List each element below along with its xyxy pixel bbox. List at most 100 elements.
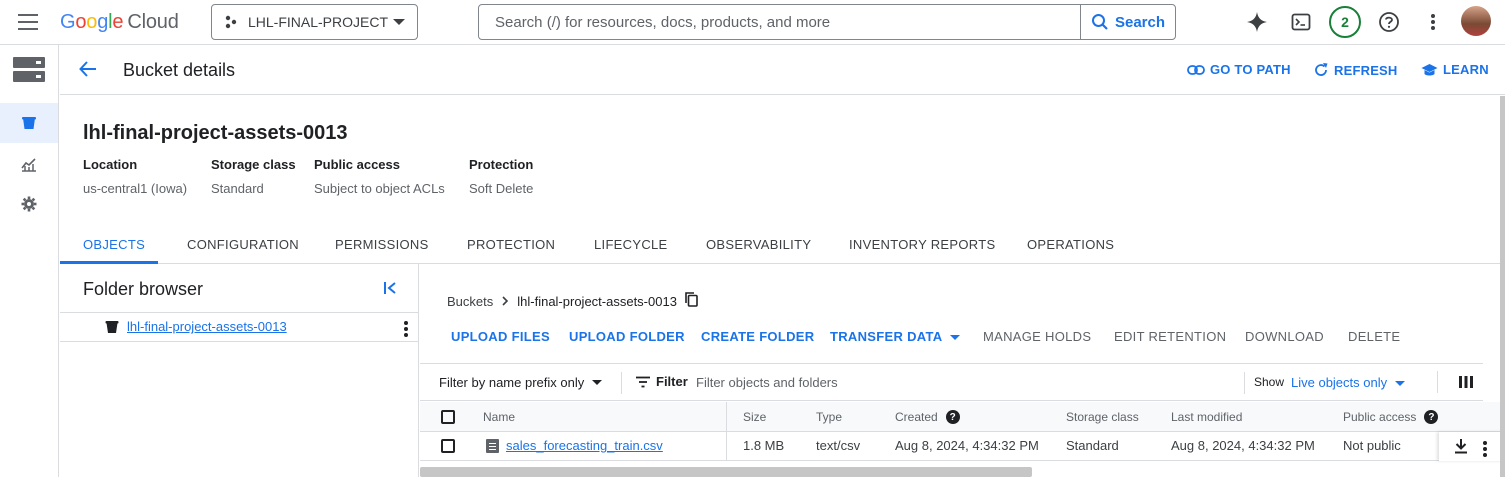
project-name: LHL-FINAL-PROJECT	[248, 14, 389, 30]
notifications-badge[interactable]: 2	[1329, 6, 1361, 38]
breadcrumb: Buckets lhl-final-project-assets-0013	[447, 292, 698, 310]
storage-product-icon[interactable]	[0, 45, 58, 95]
tab-bar: OBJECTS CONFIGURATION PERMISSIONS PROTEC…	[60, 228, 1505, 264]
search-icon	[1091, 14, 1108, 30]
project-picker[interactable]: LHL-FINAL-PROJECT	[211, 4, 418, 40]
bucket-icon	[105, 321, 119, 333]
help-icon[interactable]: ?	[945, 410, 960, 424]
column-header-storage-class[interactable]: Storage class	[1066, 410, 1139, 424]
breadcrumb-current: lhl-final-project-assets-0013	[517, 293, 677, 309]
edit-retention-button[interactable]: EDIT RETENTION	[1114, 329, 1226, 344]
chevron-down-icon	[1395, 381, 1406, 387]
storage-class-label: Storage class	[211, 157, 296, 172]
folder-tree-item[interactable]: lhl-final-project-assets-0013	[60, 312, 418, 342]
search-input[interactable]	[479, 5, 1080, 39]
protection-label: Protection	[469, 157, 534, 172]
main-menu-icon[interactable]	[18, 14, 38, 30]
tab-permissions[interactable]: PERMISSIONS	[335, 237, 429, 252]
object-last-modified: Aug 8, 2024, 4:34:32 PM	[1171, 438, 1315, 453]
logo-cloud: Cloud	[127, 11, 179, 33]
manage-holds-button[interactable]: MANAGE HOLDS	[983, 329, 1091, 344]
create-folder-button[interactable]: CREATE FOLDER	[701, 329, 814, 344]
bucket-name: lhl-final-project-assets-0013	[83, 122, 348, 144]
cloud-shell-terminal-icon[interactable]	[1289, 10, 1313, 34]
column-header-public-access[interactable]: Public access?	[1343, 410, 1439, 424]
google-cloud-logo[interactable]: Google Cloud	[60, 11, 179, 34]
tab-protection[interactable]: PROTECTION	[467, 237, 555, 252]
page-header: Bucket details GO TO PATH REFRESH LEARN	[60, 45, 1505, 95]
filter-input[interactable]	[696, 370, 1236, 394]
divider	[621, 372, 622, 394]
column-header-created[interactable]: Created?	[895, 410, 960, 424]
object-created: Aug 8, 2024, 4:34:32 PM	[895, 438, 1039, 453]
help-icon[interactable]	[1377, 10, 1401, 34]
refresh-icon	[1315, 63, 1328, 76]
tab-inventory-reports[interactable]: INVENTORY REPORTS	[849, 237, 995, 252]
upload-files-button[interactable]: UPLOAD FILES	[451, 329, 550, 344]
project-icon	[225, 15, 237, 29]
gemini-sparkle-icon[interactable]	[1245, 10, 1269, 34]
transfer-data-button[interactable]: TRANSFER DATA	[830, 329, 961, 344]
table-row[interactable]: sales_forecasting_train.csv 1.8 MB text/…	[420, 432, 1505, 461]
more-options-icon[interactable]	[1421, 10, 1445, 34]
back-arrow-icon[interactable]	[78, 59, 98, 84]
delete-button[interactable]: DELETE	[1348, 329, 1400, 344]
tab-objects[interactable]: OBJECTS	[83, 237, 145, 252]
column-header-size[interactable]: Size	[743, 410, 766, 424]
folder-more-icon[interactable]	[404, 321, 408, 339]
tab-observability[interactable]: OBSERVABILITY	[706, 237, 811, 252]
tab-lifecycle[interactable]: LIFECYCLE	[594, 237, 668, 252]
tab-operations[interactable]: OPERATIONS	[1027, 237, 1114, 252]
buckets-nav-icon[interactable]	[0, 103, 58, 143]
search-button-label: Search	[1114, 13, 1166, 31]
tab-configuration[interactable]: CONFIGURATION	[187, 237, 299, 252]
monitoring-chart-icon[interactable]	[0, 153, 58, 175]
copy-icon[interactable]	[685, 292, 698, 310]
column-header-name[interactable]: Name	[483, 410, 515, 424]
download-icon[interactable]	[1454, 439, 1468, 459]
object-public-access: Not public	[1343, 438, 1401, 453]
object-name-link[interactable]: sales_forecasting_train.csv	[506, 438, 663, 453]
row-checkbox[interactable]	[441, 439, 455, 453]
public-access-label: Public access	[314, 157, 400, 172]
download-button[interactable]: DOWNLOAD	[1245, 329, 1324, 344]
refresh-button[interactable]: REFRESH	[1313, 62, 1398, 78]
settings-gear-icon[interactable]	[0, 193, 58, 215]
horizontal-scrollbar[interactable]	[420, 467, 1032, 477]
collapse-panel-icon[interactable]	[383, 280, 399, 301]
chevron-down-icon	[950, 335, 961, 341]
school-cap-icon	[1421, 63, 1438, 75]
folder-tree-bucket-link[interactable]: lhl-final-project-assets-0013	[127, 319, 287, 334]
filter-button[interactable]: Filter	[636, 374, 688, 389]
row-more-icon[interactable]	[1483, 441, 1487, 459]
go-to-path-button[interactable]: GO TO PATH	[1187, 62, 1291, 77]
column-header-last-modified[interactable]: Last modified	[1171, 410, 1242, 424]
upload-folder-button[interactable]: UPLOAD FOLDER	[569, 329, 685, 344]
protection-value: Soft Delete	[469, 181, 534, 196]
logo-google: Google	[60, 11, 124, 33]
folder-browser-title: Folder browser	[83, 279, 204, 299]
object-type: text/csv	[816, 438, 861, 453]
learn-button[interactable]: LEARN	[1421, 62, 1489, 77]
divider	[1244, 372, 1245, 394]
filter-bar: Filter by name prefix only Filter Show L…	[420, 363, 1483, 401]
location-value: us-central1 (Iowa)	[83, 181, 188, 196]
object-storage-class: Standard	[1066, 438, 1119, 453]
show-objects-select[interactable]: Live objects only	[1291, 375, 1406, 390]
column-header-type[interactable]: Type	[816, 410, 842, 424]
breadcrumb-buckets[interactable]: Buckets	[447, 294, 493, 309]
filter-mode-select[interactable]: Filter by name prefix only	[439, 375, 603, 390]
account-avatar[interactable]	[1461, 6, 1491, 36]
storage-class-value: Standard	[211, 181, 264, 196]
chevron-right-icon	[501, 294, 509, 309]
filter-icon	[636, 376, 650, 387]
public-access-value: Subject to object ACLs	[314, 181, 445, 196]
search-button[interactable]: Search	[1080, 5, 1175, 39]
vertical-scrollbar[interactable]	[1500, 96, 1505, 477]
divider	[1437, 371, 1438, 393]
object-name: sales_forecasting_train.csv	[506, 438, 663, 453]
select-all-checkbox[interactable]	[441, 410, 455, 424]
show-label: Show	[1254, 375, 1285, 389]
help-icon[interactable]: ?	[1424, 410, 1439, 424]
column-display-icon[interactable]	[1459, 375, 1473, 394]
